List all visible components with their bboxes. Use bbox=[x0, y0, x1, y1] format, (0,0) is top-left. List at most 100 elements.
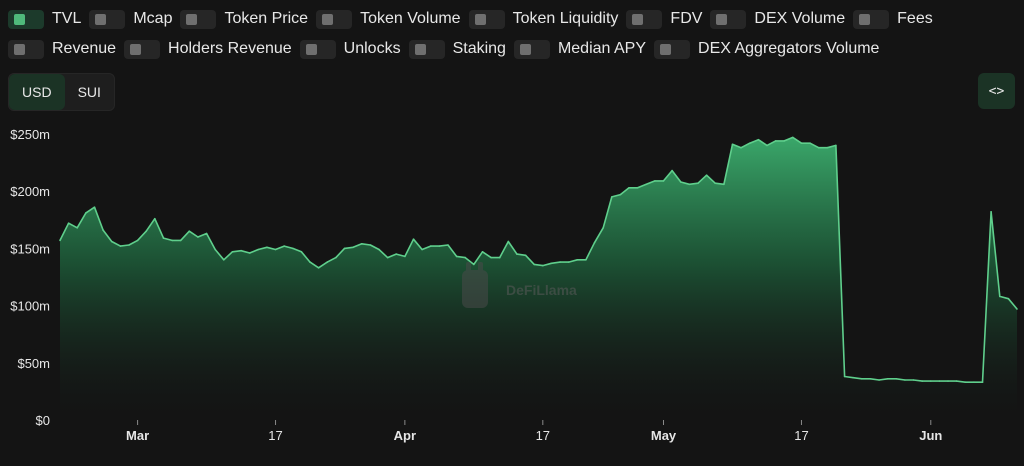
tvl-data-point bbox=[464, 256, 467, 259]
tvl-data-point bbox=[740, 146, 742, 149]
tvl-data-point bbox=[524, 254, 527, 257]
x-tick-label: May bbox=[651, 428, 677, 443]
checkbox-icon[interactable] bbox=[408, 39, 445, 59]
tvl-data-point bbox=[421, 248, 423, 251]
tvl-data-point bbox=[429, 245, 432, 247]
checkbox-icon[interactable] bbox=[89, 9, 126, 29]
toggle-label: Unlocks bbox=[343, 40, 401, 57]
tvl-data-point bbox=[179, 239, 182, 242]
tvl-data-point bbox=[731, 143, 734, 146]
tvl-data-point bbox=[645, 183, 648, 186]
toggle-label: FDV bbox=[670, 10, 703, 27]
checkbox-icon[interactable] bbox=[626, 9, 663, 29]
tvl-data-point bbox=[162, 237, 165, 239]
tvl-data-point bbox=[85, 212, 87, 214]
tvl-data-point bbox=[999, 295, 1001, 298]
toggle-label: TVL bbox=[52, 10, 82, 27]
currency-sui-button[interactable]: SUI bbox=[65, 74, 114, 110]
checkbox-icon[interactable] bbox=[316, 9, 353, 29]
x-tick-label: 17 bbox=[794, 428, 808, 443]
checkbox-icon[interactable] bbox=[468, 9, 505, 29]
toggle-fdv[interactable]: FDV bbox=[626, 9, 703, 29]
tvl-data-point bbox=[757, 138, 760, 141]
toggle-mcap[interactable]: Mcap bbox=[89, 9, 173, 29]
checkbox-icon[interactable] bbox=[299, 39, 336, 59]
tvl-data-point bbox=[576, 259, 579, 261]
checkbox-icon[interactable] bbox=[8, 39, 44, 59]
tvl-data-point bbox=[102, 229, 104, 231]
metric-toggles: TVL Mcap Token Price Token Volume Token Liqu… bbox=[8, 4, 1018, 64]
toggle-tvl[interactable]: TVL bbox=[8, 9, 82, 29]
toggle-fees[interactable]: Fees bbox=[853, 9, 933, 29]
tvl-data-point bbox=[240, 249, 242, 252]
toggle-revenue[interactable]: Revenue bbox=[8, 39, 116, 59]
tvl-data-point bbox=[843, 375, 846, 378]
tvl-data-point bbox=[317, 267, 320, 269]
x-tick-label: 17 bbox=[536, 428, 550, 443]
toggle-staking[interactable]: Staking bbox=[408, 39, 506, 59]
checkbox-mark-icon bbox=[130, 43, 142, 55]
x-tick-label: Mar bbox=[126, 428, 149, 443]
tvl-data-point bbox=[611, 196, 613, 198]
checkbox-mark-icon bbox=[14, 13, 25, 25]
y-tick-label: $50m bbox=[17, 356, 50, 371]
tvl-data-point bbox=[507, 240, 510, 243]
tvl-data-point bbox=[361, 243, 363, 245]
x-tick-label: 17 bbox=[268, 428, 282, 443]
tvl-data-point bbox=[395, 253, 398, 255]
checkbox-icon[interactable] bbox=[710, 9, 747, 29]
checkbox-mark-icon bbox=[632, 13, 644, 25]
toggle-label: Mcap bbox=[133, 10, 173, 27]
checkbox-mark-icon bbox=[322, 13, 334, 25]
tvl-data-point bbox=[542, 264, 544, 267]
tvl-data-point bbox=[835, 144, 837, 147]
toggle-token-price[interactable]: Token Price bbox=[180, 9, 309, 29]
x-axis: Mar 17 Apr 17 May 17 Jun bbox=[126, 420, 942, 443]
tvl-data-point bbox=[128, 244, 130, 246]
toggle-token-liquidity[interactable]: Token Liquidity bbox=[468, 9, 618, 29]
checkbox-mark-icon bbox=[660, 43, 672, 55]
toggle-dex-volume[interactable]: DEX Volume bbox=[710, 9, 846, 29]
toggle-label: Token Price bbox=[224, 10, 309, 27]
toggle-unlocks[interactable]: Unlocks bbox=[299, 39, 401, 59]
embed-code-button[interactable]: <> bbox=[978, 73, 1015, 109]
checkbox-icon[interactable] bbox=[8, 9, 44, 29]
tvl-data-point bbox=[973, 381, 975, 384]
tvl-data-point bbox=[1016, 308, 1018, 310]
toggle-dex-aggregators-volume[interactable]: DEX Aggregators Volume bbox=[654, 39, 879, 59]
toggle-label: DEX Volume bbox=[754, 10, 846, 27]
checkbox-icon[interactable] bbox=[513, 39, 550, 59]
checkbox-icon[interactable] bbox=[853, 9, 890, 29]
tvl-data-point bbox=[326, 261, 329, 263]
tvl-data-point bbox=[662, 180, 665, 182]
checkbox-icon[interactable] bbox=[124, 39, 161, 59]
tvl-data-point bbox=[938, 380, 941, 382]
checkbox-mark-icon bbox=[305, 43, 317, 55]
checkbox-mark-icon bbox=[414, 43, 426, 55]
currency-usd-button[interactable]: USD bbox=[9, 74, 65, 110]
tvl-data-point bbox=[671, 169, 673, 172]
tvl-data-point bbox=[205, 232, 208, 235]
checkbox-icon[interactable] bbox=[654, 39, 691, 59]
y-tick-label: $250m bbox=[10, 127, 50, 142]
tvl-data-point bbox=[705, 174, 708, 176]
tvl-data-point bbox=[826, 146, 829, 149]
toggle-holders-revenue[interactable]: Holders Revenue bbox=[124, 39, 292, 59]
checkbox-mark-icon bbox=[186, 13, 198, 25]
checkbox-mark-icon bbox=[859, 13, 871, 25]
tvl-data-point bbox=[490, 256, 492, 259]
tvl-data-point bbox=[895, 378, 898, 380]
y-tick-label: $150m bbox=[10, 241, 50, 256]
toggle-median-apy[interactable]: Median APY bbox=[513, 39, 646, 59]
checkbox-mark-icon bbox=[14, 43, 25, 55]
tvl-data-point bbox=[231, 251, 234, 253]
toggle-token-volume[interactable]: Token Volume bbox=[316, 9, 461, 29]
tvl-data-point bbox=[119, 245, 122, 247]
tvl-data-point bbox=[343, 247, 346, 250]
tvl-data-point bbox=[619, 193, 622, 196]
tvl-data-point bbox=[585, 259, 587, 261]
tvl-data-point bbox=[567, 261, 570, 263]
checkbox-icon[interactable] bbox=[180, 9, 217, 29]
y-tick-label: $0 bbox=[36, 413, 50, 428]
tvl-data-point bbox=[447, 244, 449, 246]
